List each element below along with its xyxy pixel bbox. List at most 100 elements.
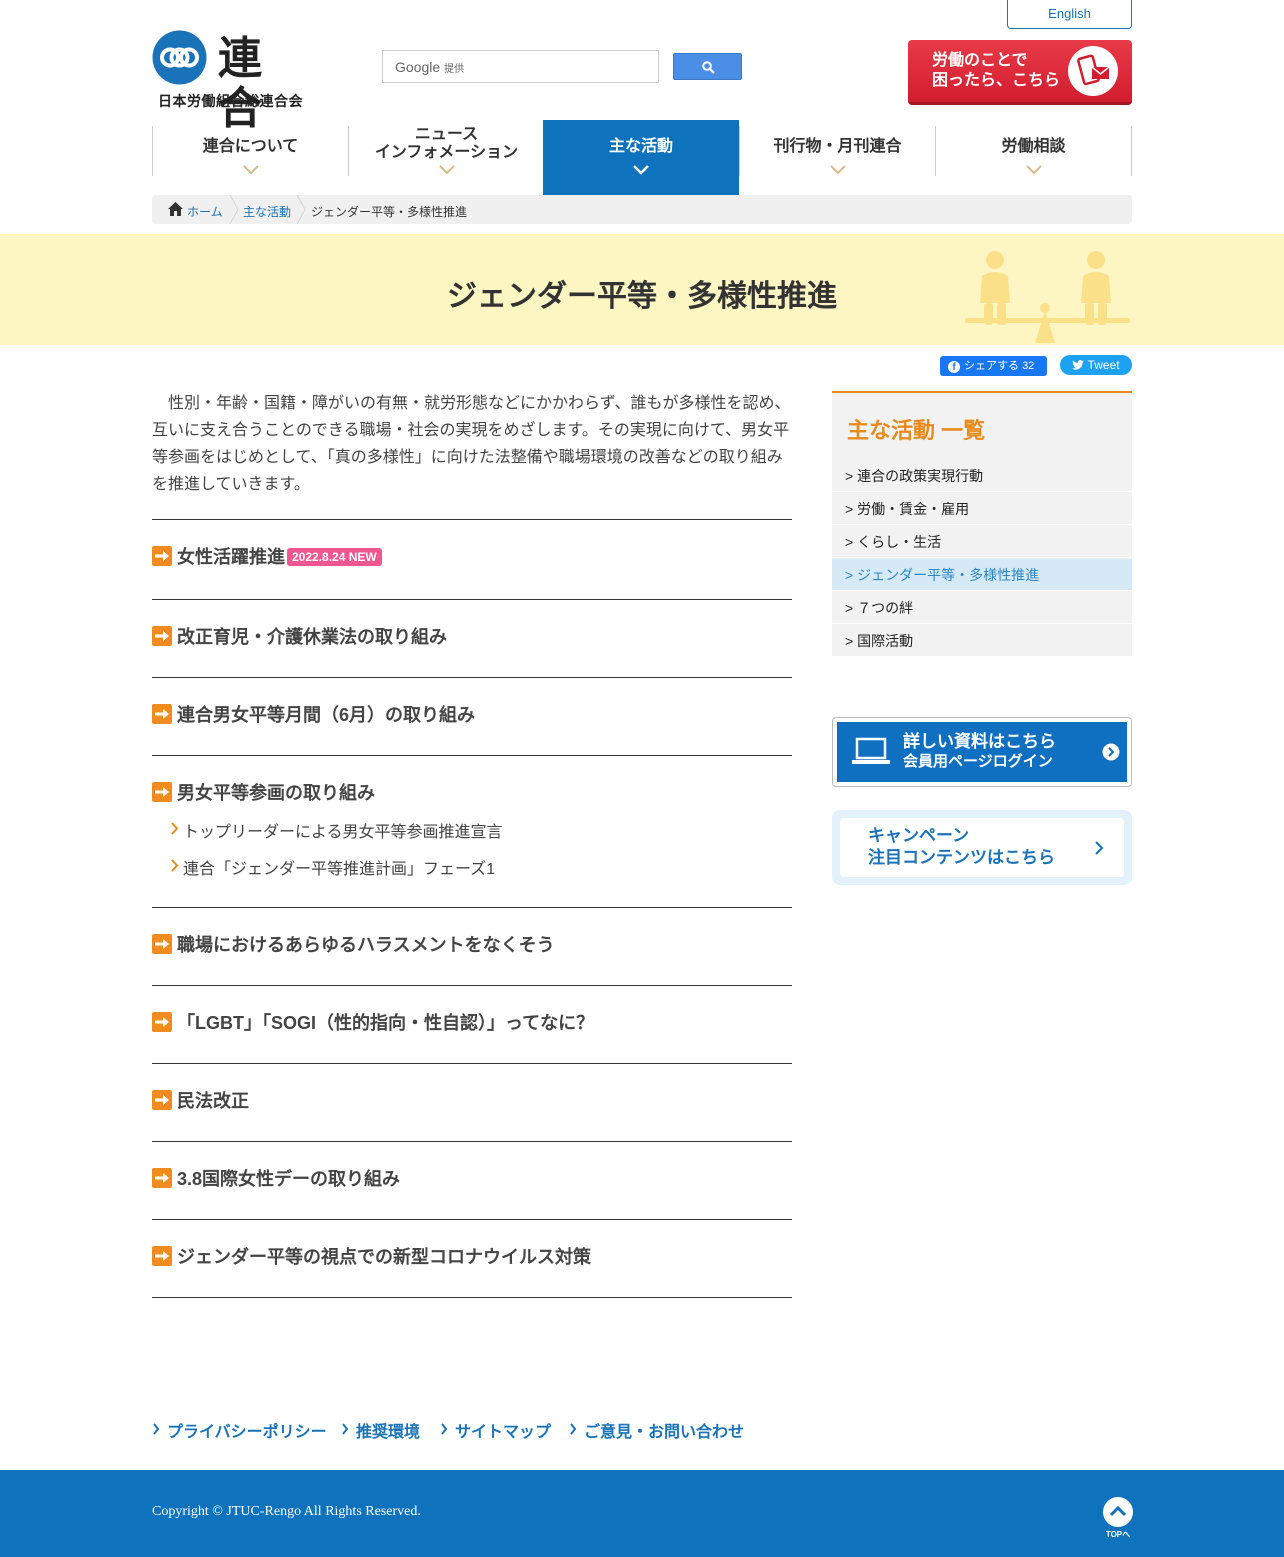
sidebar-item-international[interactable]: > 国際活動	[832, 625, 1132, 657]
topic-item[interactable]: 民法改正	[152, 1063, 792, 1141]
nav-publications-label: 刊行物・月刊連合	[773, 138, 902, 155]
chevron-right-icon	[1095, 841, 1104, 855]
arrow-right-icon	[152, 704, 172, 724]
breadcrumb-current: ジェンダー平等・多様性推進	[311, 205, 468, 219]
breadcrumb-home[interactable]: ホーム	[187, 203, 223, 220]
breadcrumb-parent[interactable]: 主な活動	[243, 203, 291, 220]
topic-title[interactable]: 民法改正	[152, 1087, 249, 1113]
topic-title[interactable]: ジェンダー平等の視点での新型コロナウイルス対策	[152, 1243, 591, 1269]
topic-title[interactable]: 男女平等参画の取り組み	[152, 779, 375, 805]
arrow-right-icon	[152, 934, 172, 954]
copyright: Copyright © JTUC-Rengo All Rights Reserv…	[152, 1504, 421, 1519]
member-login-text: 詳しい資料はこちら 会員用ページログイン	[903, 732, 1056, 770]
new-badge: 2022.8.24 NEW	[287, 548, 382, 566]
footer-link-privacy[interactable]: プライバシーポリシー	[152, 1418, 327, 1442]
search-icon	[702, 61, 715, 74]
chevron-right-icon	[441, 1423, 448, 1435]
english-link[interactable]: English	[1007, 0, 1132, 29]
chevron-down-icon	[1025, 165, 1042, 175]
topic-item[interactable]: 改正育児・介護休業法の取り組み	[152, 599, 792, 677]
nav-news[interactable]: ニュース インフォメーション	[348, 126, 544, 176]
topic-item[interactable]: ジェンダー平等の視点での新型コロナウイルス対策	[152, 1219, 792, 1297]
topic-list-bottom-divider	[152, 1297, 792, 1298]
sidebar-item-life[interactable]: > くらし・生活	[832, 526, 1132, 558]
sidebar-title: 主な活動 一覧	[847, 418, 986, 443]
sidebar-activities-list: 主な活動 一覧 > 連合の政策実現行動 > 労働・賃金・雇用 > くらし・生活 …	[832, 391, 1132, 657]
topic-item[interactable]: 3.8国際女性デーの取り組み	[152, 1141, 792, 1219]
global-nav: 連合について ニュース インフォメーション 主な活動 刊行物・月刊連合 労働相談	[152, 120, 1132, 195]
equality-scale-illustration	[965, 251, 1130, 343]
sidebar-item-policy[interactable]: > 連合の政策実現行動	[832, 460, 1132, 492]
arrow-right-icon	[152, 546, 172, 566]
sidebar-item-bonds[interactable]: > ７つの絆	[832, 592, 1132, 624]
twitter-bird-icon	[1072, 360, 1085, 370]
rengo-logo[interactable]: 連合 日本労働組合総連合会	[152, 30, 317, 134]
nav-consult[interactable]: 労働相談	[935, 126, 1132, 176]
footer-link-environment[interactable]: 推奨環境	[341, 1418, 420, 1442]
topic-item[interactable]: 男女平等参画の取り組み トップリーダーによる男女平等参画推進宣言 連合「ジェンダ…	[152, 755, 792, 907]
topic-title[interactable]: 女性活躍推進 2022.8.24 NEW	[152, 543, 382, 569]
arrow-right-icon	[152, 1168, 172, 1188]
breadcrumb-separator	[229, 195, 239, 224]
topic-item[interactable]: 女性活躍推進 2022.8.24 NEW	[152, 519, 792, 599]
nav-activities[interactable]: 主な活動	[543, 120, 739, 195]
nav-news-label-2: インフォメーション	[374, 144, 519, 161]
arrow-right-icon	[152, 1012, 172, 1032]
nav-publications[interactable]: 刊行物・月刊連合	[739, 126, 935, 176]
campaign-panel: キャンペーン 注目コンテンツはこちら	[840, 818, 1124, 877]
back-to-top-button[interactable]: TOPへ	[1103, 1497, 1133, 1539]
topic-item[interactable]: 「LGBT」「SOGI（性的指向・性自認）」ってなに？	[152, 985, 792, 1063]
arrow-right-icon	[152, 1090, 172, 1110]
footer-link-contact[interactable]: ご意見・お問い合わせ	[569, 1418, 744, 1442]
topic-title[interactable]: 職場におけるあらゆるハラスメントをなくそう	[152, 931, 555, 957]
nav-about-label: 連合について	[202, 138, 299, 155]
facebook-share-count: 32	[1022, 360, 1035, 372]
logo-text: 連合	[218, 33, 268, 134]
nav-about[interactable]: 連合について	[152, 126, 348, 176]
page-intro: 性別・年齢・国籍・障がいの有無・就労形態などにかかわらず、誰もが多様性を認め、互…	[152, 395, 791, 493]
sub-link[interactable]: 連合「ジェンダー平等推進計画」フェーズ1	[170, 855, 495, 879]
topic-item[interactable]: 連合男女平等月間（6月）の取り組み	[152, 677, 792, 755]
breadcrumb: ホーム 主な活動 ジェンダー平等・多様性推進	[152, 195, 1132, 224]
sidebar-item-gender[interactable]: > ジェンダー平等・多様性推進	[832, 559, 1132, 591]
member-login-button[interactable]: 詳しい資料はこちら 会員用ページログイン	[832, 717, 1132, 787]
footer-link-sitemap[interactable]: サイトマップ	[440, 1418, 551, 1442]
tweet-button[interactable]: Tweet	[1060, 355, 1132, 375]
back-to-top-label: TOPへ	[1105, 1530, 1131, 1539]
chevron-right-icon	[342, 1423, 349, 1435]
labor-consult-banner[interactable]: 労働のことで 困ったら、こちら	[908, 40, 1132, 105]
sidebar-item-labor[interactable]: > 労働・賃金・雇用	[832, 493, 1132, 525]
rengo-logo-mark-icon	[152, 30, 207, 85]
phone-mail-icon	[1068, 46, 1118, 96]
nav-consult-label: 労働相談	[1001, 138, 1066, 155]
topic-item[interactable]: 職場におけるあらゆるハラスメントをなくそう	[152, 907, 792, 985]
logo-subtitle: 日本労働組合総連合会	[158, 93, 303, 109]
chevron-down-icon	[242, 165, 259, 175]
nav-news-label-1: ニュース	[414, 126, 479, 143]
member-login-panel: 詳しい資料はこちら 会員用ページログイン	[837, 722, 1127, 782]
page-title-band: ジェンダー平等・多様性推進	[0, 234, 1284, 345]
facebook-share-button[interactable]: f シェアする 32	[940, 356, 1047, 376]
campaign-text: キャンペーン 注目コンテンツはこちら	[868, 826, 1055, 867]
topic-title[interactable]: 3.8国際女性デーの取り組み	[152, 1165, 400, 1191]
facebook-icon: f	[948, 361, 960, 373]
chevron-down-icon	[829, 165, 846, 175]
chevron-right-icon	[171, 859, 179, 872]
search-brand: Google 提供	[395, 59, 465, 75]
chevron-right-icon	[570, 1423, 577, 1435]
topic-title[interactable]: 「LGBT」「SOGI（性的指向・性自認）」ってなに？	[152, 1009, 594, 1035]
chevron-right-icon	[171, 822, 179, 835]
chevron-down-icon	[633, 165, 649, 175]
page: English 連合 日本労働組合総連合会 Google 提供 労働のことで 困っ…	[0, 0, 1284, 1557]
nav-activities-label: 主な活動	[608, 138, 673, 155]
search-input[interactable]: Google 提供	[382, 50, 659, 83]
arrow-right-icon	[152, 626, 172, 646]
laptop-icon	[852, 737, 890, 764]
chevron-right-icon	[153, 1423, 160, 1435]
topic-title[interactable]: 連合男女平等月間（6月）の取り組み	[152, 701, 475, 727]
campaign-button[interactable]: キャンペーン 注目コンテンツはこちら	[832, 810, 1132, 885]
topic-title[interactable]: 改正育児・介護休業法の取り組み	[152, 623, 447, 649]
chevron-down-icon	[438, 165, 455, 175]
search-button[interactable]	[673, 53, 742, 80]
sub-link[interactable]: トップリーダーによる男女平等参画推進宣言	[170, 818, 503, 842]
